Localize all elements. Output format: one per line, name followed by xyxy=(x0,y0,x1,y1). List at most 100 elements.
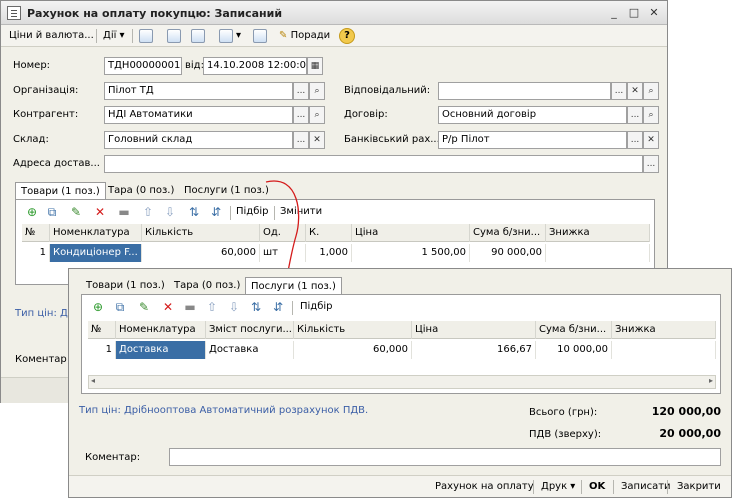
move-up-icon[interactable]: ⇧ xyxy=(204,299,220,315)
sort-desc-icon[interactable]: ⇵ xyxy=(270,299,286,315)
select-button[interactable]: ... xyxy=(627,131,643,149)
go-to-icon[interactable] xyxy=(219,29,233,43)
col-item[interactable]: Номенклатура xyxy=(50,224,142,242)
post-icon[interactable] xyxy=(139,29,153,43)
add-icon[interactable]: ⊕ xyxy=(90,299,106,315)
copy-row-icon[interactable]: ⧉ xyxy=(112,299,128,315)
col-discount[interactable]: Знижка xyxy=(546,224,650,242)
cell-quantity[interactable]: 60,000 xyxy=(142,244,260,262)
refresh-icon[interactable] xyxy=(167,29,181,43)
move-down-icon[interactable]: ⇩ xyxy=(226,299,242,315)
sort-asc-icon[interactable]: ⇅ xyxy=(186,204,202,220)
select-button[interactable]: ... xyxy=(627,106,643,124)
save-button[interactable]: Записати xyxy=(617,479,675,495)
tips-button[interactable]: ✎ Поради xyxy=(277,27,332,45)
select-button[interactable]: ... xyxy=(611,82,627,100)
cell-price[interactable]: 1 500,00 xyxy=(352,244,470,262)
organization-field[interactable]: Пілот ТД xyxy=(104,82,293,100)
col-number[interactable]: № xyxy=(88,321,116,339)
select-button[interactable]: ... xyxy=(293,106,309,124)
maximize-icon[interactable]: □ xyxy=(627,6,641,20)
counterparty-field[interactable]: НДІ Автоматики xyxy=(104,106,293,124)
tab-goods[interactable]: Товари (1 поз.) xyxy=(81,277,170,295)
actions-menu-button[interactable]: Дії ▾ xyxy=(101,27,127,45)
end-edit-icon[interactable]: ▬ xyxy=(116,204,132,220)
contract-field[interactable]: Основний договір xyxy=(438,106,627,124)
close-icon[interactable]: ✕ xyxy=(647,6,661,20)
search-icon[interactable]: ⌕ xyxy=(309,82,325,100)
cell-discount[interactable] xyxy=(612,341,716,359)
col-price[interactable]: Ціна xyxy=(412,321,536,339)
warehouse-field[interactable]: Головний склад xyxy=(104,131,293,149)
scroll-left-icon[interactable]: ◂ xyxy=(91,376,95,385)
bank-account-field[interactable]: Р/р Пілот xyxy=(438,131,627,149)
add-icon[interactable]: ⊕ xyxy=(24,204,40,220)
col-content[interactable]: Зміст послуги... xyxy=(206,321,294,339)
edit-icon[interactable]: ✎ xyxy=(68,204,84,220)
select-button[interactable]: ... xyxy=(293,131,309,149)
cell-discount[interactable] xyxy=(546,244,650,262)
col-quantity[interactable]: Кількість xyxy=(142,224,260,242)
number-field[interactable]: ТДН00000001 xyxy=(104,57,182,75)
copy-icon[interactable] xyxy=(191,29,205,43)
cell-price[interactable]: 166,67 xyxy=(412,341,536,359)
price-type-link[interactable]: Тип цін: Дрібнооптова Автоматичний розра… xyxy=(79,405,368,416)
chevron-down-icon[interactable]: ▾ xyxy=(234,27,243,45)
select-services-button[interactable]: Підбір xyxy=(298,298,335,316)
end-edit-icon[interactable]: ▬ xyxy=(182,299,198,315)
delete-icon[interactable]: ✕ xyxy=(160,299,176,315)
cell-item[interactable]: Кондиціонер F... xyxy=(50,244,142,262)
prices-currency-button[interactable]: Ціни й валюта... xyxy=(7,27,96,45)
help-icon[interactable]: ? xyxy=(339,28,355,44)
col-item[interactable]: Номенклатура xyxy=(116,321,206,339)
cell-sum[interactable]: 10 000,00 xyxy=(536,341,612,359)
address-field[interactable] xyxy=(104,155,643,173)
cell-coef[interactable]: 1,000 xyxy=(306,244,352,262)
clear-icon[interactable]: ✕ xyxy=(627,82,643,100)
col-coef[interactable]: К. xyxy=(306,224,352,242)
sort-desc-icon[interactable]: ⇵ xyxy=(208,204,224,220)
cell-item[interactable]: Доставка xyxy=(116,341,206,359)
ok-button[interactable]: OK xyxy=(585,479,609,495)
col-quantity[interactable]: Кількість xyxy=(294,321,412,339)
cell-content[interactable]: Доставка xyxy=(206,341,294,359)
cell-sum[interactable]: 90 000,00 xyxy=(470,244,546,262)
tab-services[interactable]: Послуги (1 поз.) xyxy=(245,277,342,295)
responsible-field[interactable] xyxy=(438,82,611,100)
structure-icon[interactable] xyxy=(253,29,267,43)
select-button[interactable]: ... xyxy=(293,82,309,100)
calendar-icon[interactable]: ▦ xyxy=(307,57,323,75)
col-discount[interactable]: Знижка xyxy=(612,321,716,339)
col-price[interactable]: Ціна xyxy=(352,224,470,242)
search-icon[interactable]: ⌕ xyxy=(309,106,325,124)
move-up-icon[interactable]: ⇧ xyxy=(140,204,156,220)
toolbar-separator xyxy=(667,480,668,494)
minimize-icon[interactable]: _ xyxy=(607,6,621,20)
sort-asc-icon[interactable]: ⇅ xyxy=(248,299,264,315)
move-down-icon[interactable]: ⇩ xyxy=(162,204,178,220)
copy-row-icon[interactable]: ⧉ xyxy=(44,204,60,220)
edit-icon[interactable]: ✎ xyxy=(136,299,152,315)
invoice-button[interactable]: Рахунок на оплату xyxy=(431,479,538,495)
clear-icon[interactable]: ✕ xyxy=(643,131,659,149)
search-icon[interactable]: ⌕ xyxy=(643,106,659,124)
search-icon[interactable]: ⌕ xyxy=(643,82,659,100)
table-row[interactable]: 1 Доставка Доставка 60,000 166,67 10 000… xyxy=(88,341,716,359)
scroll-right-icon[interactable]: ▸ xyxy=(709,376,713,385)
delete-icon[interactable]: ✕ xyxy=(92,204,108,220)
clear-icon[interactable]: ✕ xyxy=(309,131,325,149)
comment-field[interactable] xyxy=(169,448,721,466)
table-row[interactable]: 1 Кондиціонер F... 60,000 шт 1,000 1 500… xyxy=(22,244,650,262)
select-button[interactable]: ... xyxy=(643,155,659,173)
close-button[interactable]: Закрити xyxy=(673,479,725,495)
date-field[interactable]: 14.10.2008 12:00:00 xyxy=(203,57,307,75)
col-sum[interactable]: Сума б/зни... xyxy=(536,321,612,339)
col-number[interactable]: № xyxy=(22,224,50,242)
print-button[interactable]: Друк ▾ xyxy=(537,479,579,495)
tab-packaging[interactable]: Тара (0 поз.) xyxy=(103,182,179,200)
horizontal-scrollbar[interactable]: ◂ ▸ xyxy=(88,375,716,389)
col-sum[interactable]: Сума б/зни... xyxy=(470,224,546,242)
tab-packaging[interactable]: Тара (0 поз.) xyxy=(169,277,245,295)
cell-quantity[interactable]: 60,000 xyxy=(294,341,412,359)
tab-goods[interactable]: Товари (1 поз.) xyxy=(15,182,106,200)
